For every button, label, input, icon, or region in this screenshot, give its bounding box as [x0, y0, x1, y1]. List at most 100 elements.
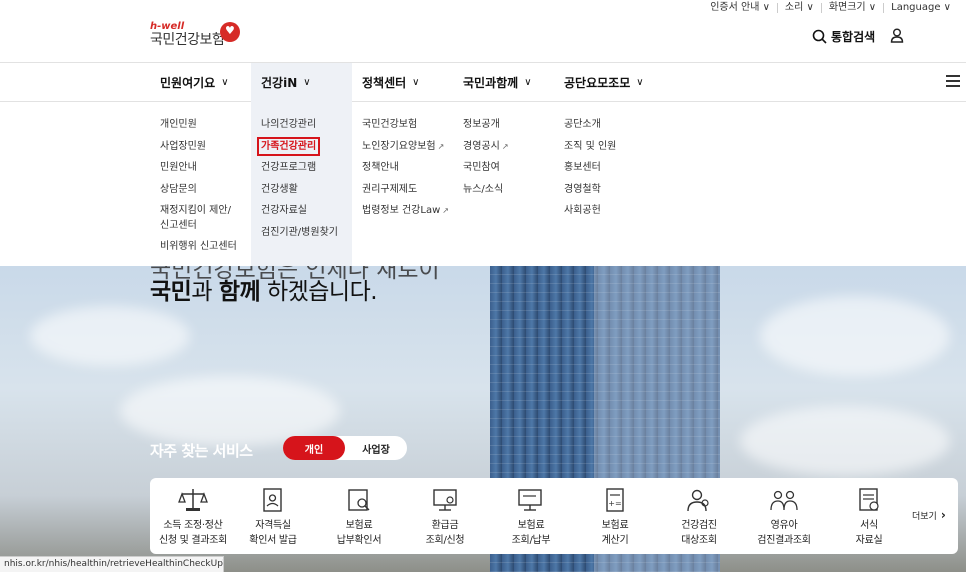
menu-link-label: 법령정보 건강Law: [362, 205, 441, 216]
nav-together[interactable]: 국민과함께 ∨: [453, 63, 554, 102]
menu-link-label: 노인장기요양보험: [362, 140, 436, 152]
service-refund[interactable]: 환급금 조회/신청: [402, 486, 488, 548]
menu-link[interactable]: 건강자료실: [251, 200, 352, 222]
service-label: 건강검진: [681, 520, 717, 531]
mega-menu: 개인민원 사업장민원 민원안내 상담문의 재정지킴이 제안/신고센터 비위행위 …: [0, 102, 966, 266]
hamburger-menu-icon[interactable]: [946, 75, 960, 90]
menu-col-healthin: 나의건강관리 가족건강관리 건강프로그램 건강생활 건강자료실 검진기관/병원찾…: [251, 102, 352, 266]
user-button[interactable]: [890, 28, 904, 47]
service-label: 영유아: [770, 520, 798, 531]
service-label: 소득 조정·정산: [163, 520, 223, 531]
nav-label: 국민과함께: [463, 76, 519, 90]
menu-link[interactable]: 정책안내: [352, 157, 453, 179]
menu-link[interactable]: 사회공헌: [554, 200, 655, 222]
status-bar-url: nhis.or.kr/nhis/healthin/retrieveHealthi…: [0, 556, 224, 572]
service-label: 보험료: [601, 520, 629, 531]
more-label: 더보기: [912, 511, 937, 522]
service-label: 확인서 발급: [249, 535, 297, 546]
menu-link[interactable]: 경영철학: [554, 179, 655, 201]
service-payment-confirm[interactable]: 보험료 납부확인서: [316, 486, 402, 548]
service-label: 서식: [860, 520, 878, 531]
menu-link[interactable]: 민원안내: [150, 157, 251, 179]
tab-personal[interactable]: 개인: [283, 436, 345, 460]
util-certificate[interactable]: 인증서 안내 ∨: [703, 3, 777, 13]
monitor-pay-icon: [518, 489, 542, 511]
service-infant-checkup[interactable]: 영유아 검진결과조회: [741, 486, 827, 548]
service-qualification[interactable]: 자격득실 확인서 발급: [230, 486, 316, 548]
menu-link[interactable]: 상담문의: [150, 179, 251, 201]
menu-link[interactable]: 국민참여: [453, 157, 554, 179]
family-icon: [770, 490, 798, 511]
menu-link[interactable]: 사업장민원: [150, 136, 251, 158]
menu-link-ext[interactable]: 노인장기요양보험 ↗: [352, 136, 453, 158]
menu-link[interactable]: 홍보센터: [554, 157, 655, 179]
nav-label: 정책센터: [362, 76, 407, 90]
service-label: 대상조회: [681, 535, 717, 546]
utility-bar: 인증서 안내 ∨ 소리 ∨ 화면크기 ∨ Language ∨: [703, 0, 958, 16]
nav-label: 민원여기요: [160, 76, 216, 90]
more-services-button[interactable]: 더보기 ›: [912, 508, 946, 522]
service-label: 보험료: [517, 520, 545, 531]
menu-link-highlighted[interactable]: 가족건강관리: [256, 136, 321, 156]
menu-link[interactable]: 재정지킴이 제안/신고센터: [150, 200, 240, 236]
chevron-down-icon: ∨: [524, 77, 532, 88]
logo-heart-icon: [220, 22, 240, 42]
hero-word-mid: 과: [191, 279, 219, 305]
menu-link[interactable]: 공단소개: [554, 114, 655, 136]
services-panel: 소득 조정·정산 신청 및 결과조회 자격득실 확인서 발급 보험료 납부확인서…: [150, 478, 958, 554]
site-logo[interactable]: h-well 국민건강보험: [150, 22, 240, 48]
nav-about[interactable]: 공단요모조모 ∨: [554, 63, 664, 102]
util-font-size[interactable]: 화면크기 ∨: [820, 3, 883, 13]
chevron-down-icon: ∨: [412, 77, 420, 88]
services-title: 자주 찾는 서비스: [150, 442, 253, 460]
integrated-search-button[interactable]: 통합검색: [812, 28, 875, 45]
nav-minwon[interactable]: 민원여기요 ∨: [150, 63, 251, 102]
tab-business[interactable]: 사업장: [345, 436, 407, 460]
menu-link[interactable]: 국민건강보험: [352, 114, 453, 136]
util-language[interactable]: Language ∨: [883, 3, 958, 13]
service-premium-pay[interactable]: 보험료 조회/납부: [488, 486, 574, 548]
chevron-down-icon: ∨: [221, 77, 229, 88]
hero-slogan: 국민과 함께 하겠습니다.: [150, 272, 378, 306]
service-label: 자료실: [855, 535, 883, 546]
search-icon: [812, 29, 827, 44]
menu-link-ext[interactable]: 법령정보 건강Law ↗: [352, 200, 453, 222]
menu-link[interactable]: 정보공개: [453, 114, 554, 136]
service-label: 환급금: [431, 520, 459, 531]
menu-link[interactable]: 건강생활: [251, 179, 352, 201]
nav-policy[interactable]: 정책센터 ∨: [352, 63, 453, 102]
service-checkup-target[interactable]: 건강검진 대상조회: [656, 486, 742, 548]
nav-label: 건강iN: [261, 76, 298, 90]
menu-link-ext[interactable]: 경영공시 ↗: [453, 136, 554, 158]
person-search-icon: [687, 489, 709, 512]
service-calculator[interactable]: += 보험료 계산기: [572, 486, 658, 548]
service-label: 조회/신청: [425, 535, 465, 546]
menu-link[interactable]: 비위행위 신고센터: [150, 236, 251, 258]
document-search-icon: [348, 489, 370, 511]
service-label: 자격득실: [255, 520, 291, 531]
menu-link[interactable]: 건강프로그램: [251, 157, 352, 179]
menu-link[interactable]: 조직 및 인원: [554, 136, 655, 158]
menu-link[interactable]: 검진기관/병원찾기: [251, 222, 352, 244]
search-label: 통합검색: [831, 30, 876, 44]
menu-link[interactable]: 권리구제제도: [352, 179, 453, 201]
menu-col-policy: 국민건강보험 노인장기요양보험 ↗ 정책안내 권리구제제도 법령정보 건강Law ↗: [352, 102, 453, 266]
menu-link[interactable]: 나의건강관리: [251, 114, 352, 136]
menu-link[interactable]: 뉴스/소식: [453, 179, 554, 201]
svg-text:+=: +=: [608, 499, 621, 508]
service-forms[interactable]: 서식 자료실: [826, 486, 912, 548]
util-sound[interactable]: 소리 ∨: [776, 3, 821, 13]
service-income-adjust[interactable]: 소득 조정·정산 신청 및 결과조회: [150, 486, 236, 548]
chevron-down-icon: ∨: [636, 77, 644, 88]
service-label: 보험료: [345, 520, 373, 531]
chevron-right-icon: ›: [940, 508, 946, 522]
hero-word-end: 하겠습니다.: [260, 279, 378, 305]
menu-link[interactable]: 개인민원: [150, 114, 251, 136]
cloud: [30, 306, 190, 366]
hero-word-2: 함께: [218, 279, 261, 305]
monitor-icon: [433, 489, 457, 511]
logo-name: 국민건강보험: [150, 32, 225, 48]
nav-healthin[interactable]: 건강iN ∨: [251, 63, 352, 102]
external-link-icon: ↗: [501, 141, 509, 151]
global-nav: 민원여기요 ∨ 건강iN ∨ 정책센터 ∨ 국민과함께 ∨ 공단요모조모 ∨: [0, 62, 966, 102]
